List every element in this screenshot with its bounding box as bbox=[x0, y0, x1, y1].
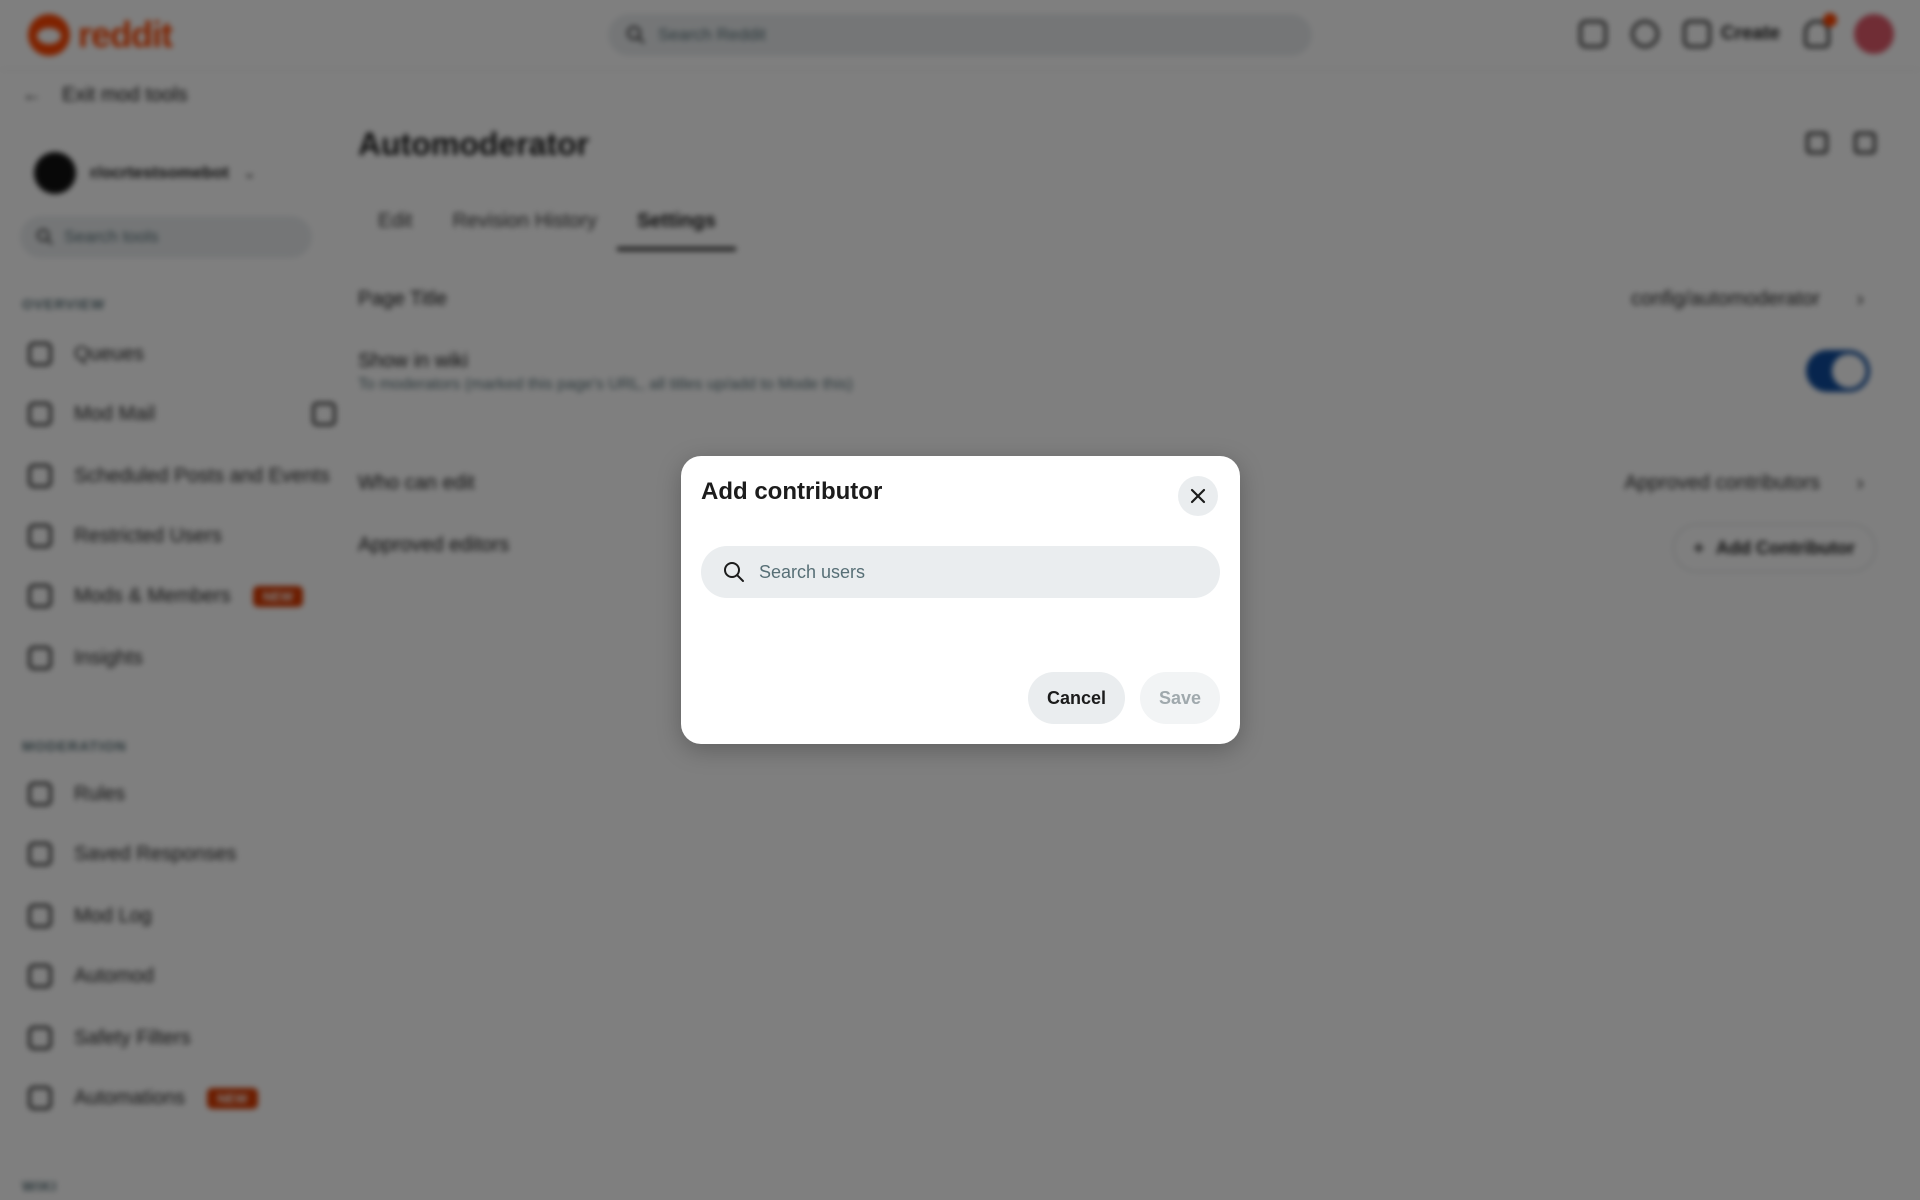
save-button[interactable]: Save bbox=[1140, 672, 1220, 724]
close-icon bbox=[1190, 488, 1206, 504]
user-search-field[interactable] bbox=[701, 546, 1220, 598]
search-icon bbox=[724, 562, 744, 582]
close-button[interactable] bbox=[1178, 476, 1218, 516]
user-search-input[interactable] bbox=[759, 561, 1199, 583]
add-contributor-dialog: Add contributor Cancel Save bbox=[681, 456, 1240, 744]
cancel-button[interactable]: Cancel bbox=[1028, 672, 1125, 724]
dialog-title: Add contributor bbox=[701, 478, 883, 505]
